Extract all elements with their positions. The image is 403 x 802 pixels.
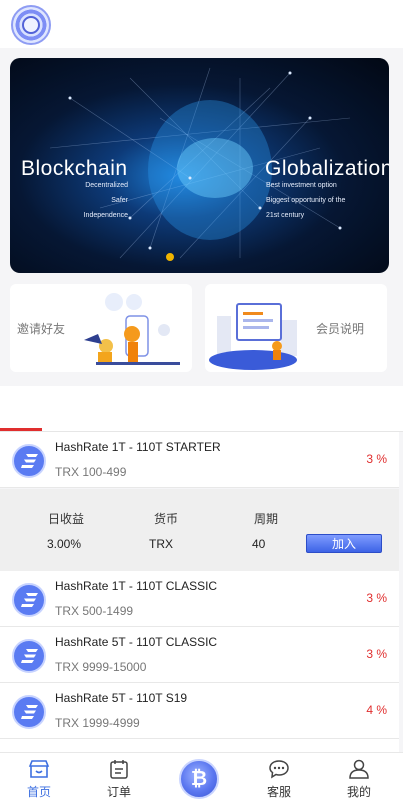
join-button[interactable]: 加入 [306,534,382,553]
tab-orders-label: 订单 [106,785,131,799]
plan-item[interactable]: HashRate 1T - 110T CLASSIC TRX 500-1499 … [0,571,399,627]
user-profile-icon [349,759,369,779]
period-value: 40 [252,537,266,551]
plan-item[interactable]: HashRate 1T - 110T STARTER TRX 100-499 3… [0,432,399,488]
plan-rate: 4 % [366,703,387,717]
hero-banner[interactable]: Blockchain Decentralized Safer Independe… [10,58,389,273]
plan-name: HashRate 5T - 110T S19 [55,691,188,705]
period-header: 周期 [254,512,279,526]
plan-item[interactable]: HashRate 5T - 110T CLASSIC TRX 9999-1500… [0,627,399,683]
plan-name: HashRate 1T - 110T CLASSIC [55,579,218,593]
invite-friends-card[interactable]: 邀请好友 [10,284,192,372]
bitcoin-icon[interactable]: ₿ [179,759,219,799]
invite-friends-label: 邀请好友 [17,322,66,336]
member-illustration-icon [209,303,297,370]
tab-home-label: 首页 [26,785,51,799]
plan-coin-icon [12,444,46,478]
banner-left-lines: Decentralized Safer Independence [83,182,128,219]
tab-service-label: 客服 [266,785,291,799]
plan-item[interactable]: HashRate 5T - 110T S19 TRX 1999-4999 4 % [0,683,399,739]
plan-item-partial [0,739,399,753]
bottom-tab-bar: 首页 订单 ₿ 客服 我的 [0,752,403,802]
daily-income-value: 3.00% [47,537,82,551]
currency-header: 货币 [154,512,179,526]
plan-rate: 3 % [366,591,387,605]
tab-mine[interactable]: 我的 [329,753,389,802]
tab-home[interactable]: 首页 [9,753,69,802]
tab-orders[interactable]: 订单 [89,753,149,802]
plan-detail-panel: 日收益 货币 周期 3.00% TRX 40 加入 [0,489,399,571]
section-tab-strip [0,386,403,432]
plan-coin-icon [12,639,46,673]
plan-coin-icon [12,695,46,729]
plan-rate: 3 % [366,452,387,466]
tab-mine-label: 我的 [346,785,371,799]
store-home-icon [28,760,50,778]
plan-coin-icon [12,583,46,617]
shield-coin-logo-icon [11,5,51,45]
member-info-card[interactable]: 会员说明 [205,284,387,372]
chat-bubble-icon [269,760,289,779]
top-header [0,0,403,48]
daily-income-header: 日收益 [48,512,85,526]
orders-clipboard-icon [110,760,128,779]
invite-illustration-icon [84,293,180,365]
plan-name: HashRate 5T - 110T CLASSIC [55,635,218,649]
plan-range: TRX 500-1499 [55,604,134,618]
plan-range: TRX 9999-15000 [55,660,147,674]
tab-service[interactable]: 客服 [249,753,309,802]
plan-range: TRX 1999-4999 [55,716,140,730]
member-info-label: 会员说明 [316,322,365,336]
currency-value: TRX [149,537,173,551]
plan-name: HashRate 1T - 110T STARTER [55,440,221,454]
banner-right-lines: Best investment option Biggest opportuni… [266,182,346,219]
plan-range: TRX 100-499 [55,465,127,479]
plan-rate: 3 % [366,647,387,661]
